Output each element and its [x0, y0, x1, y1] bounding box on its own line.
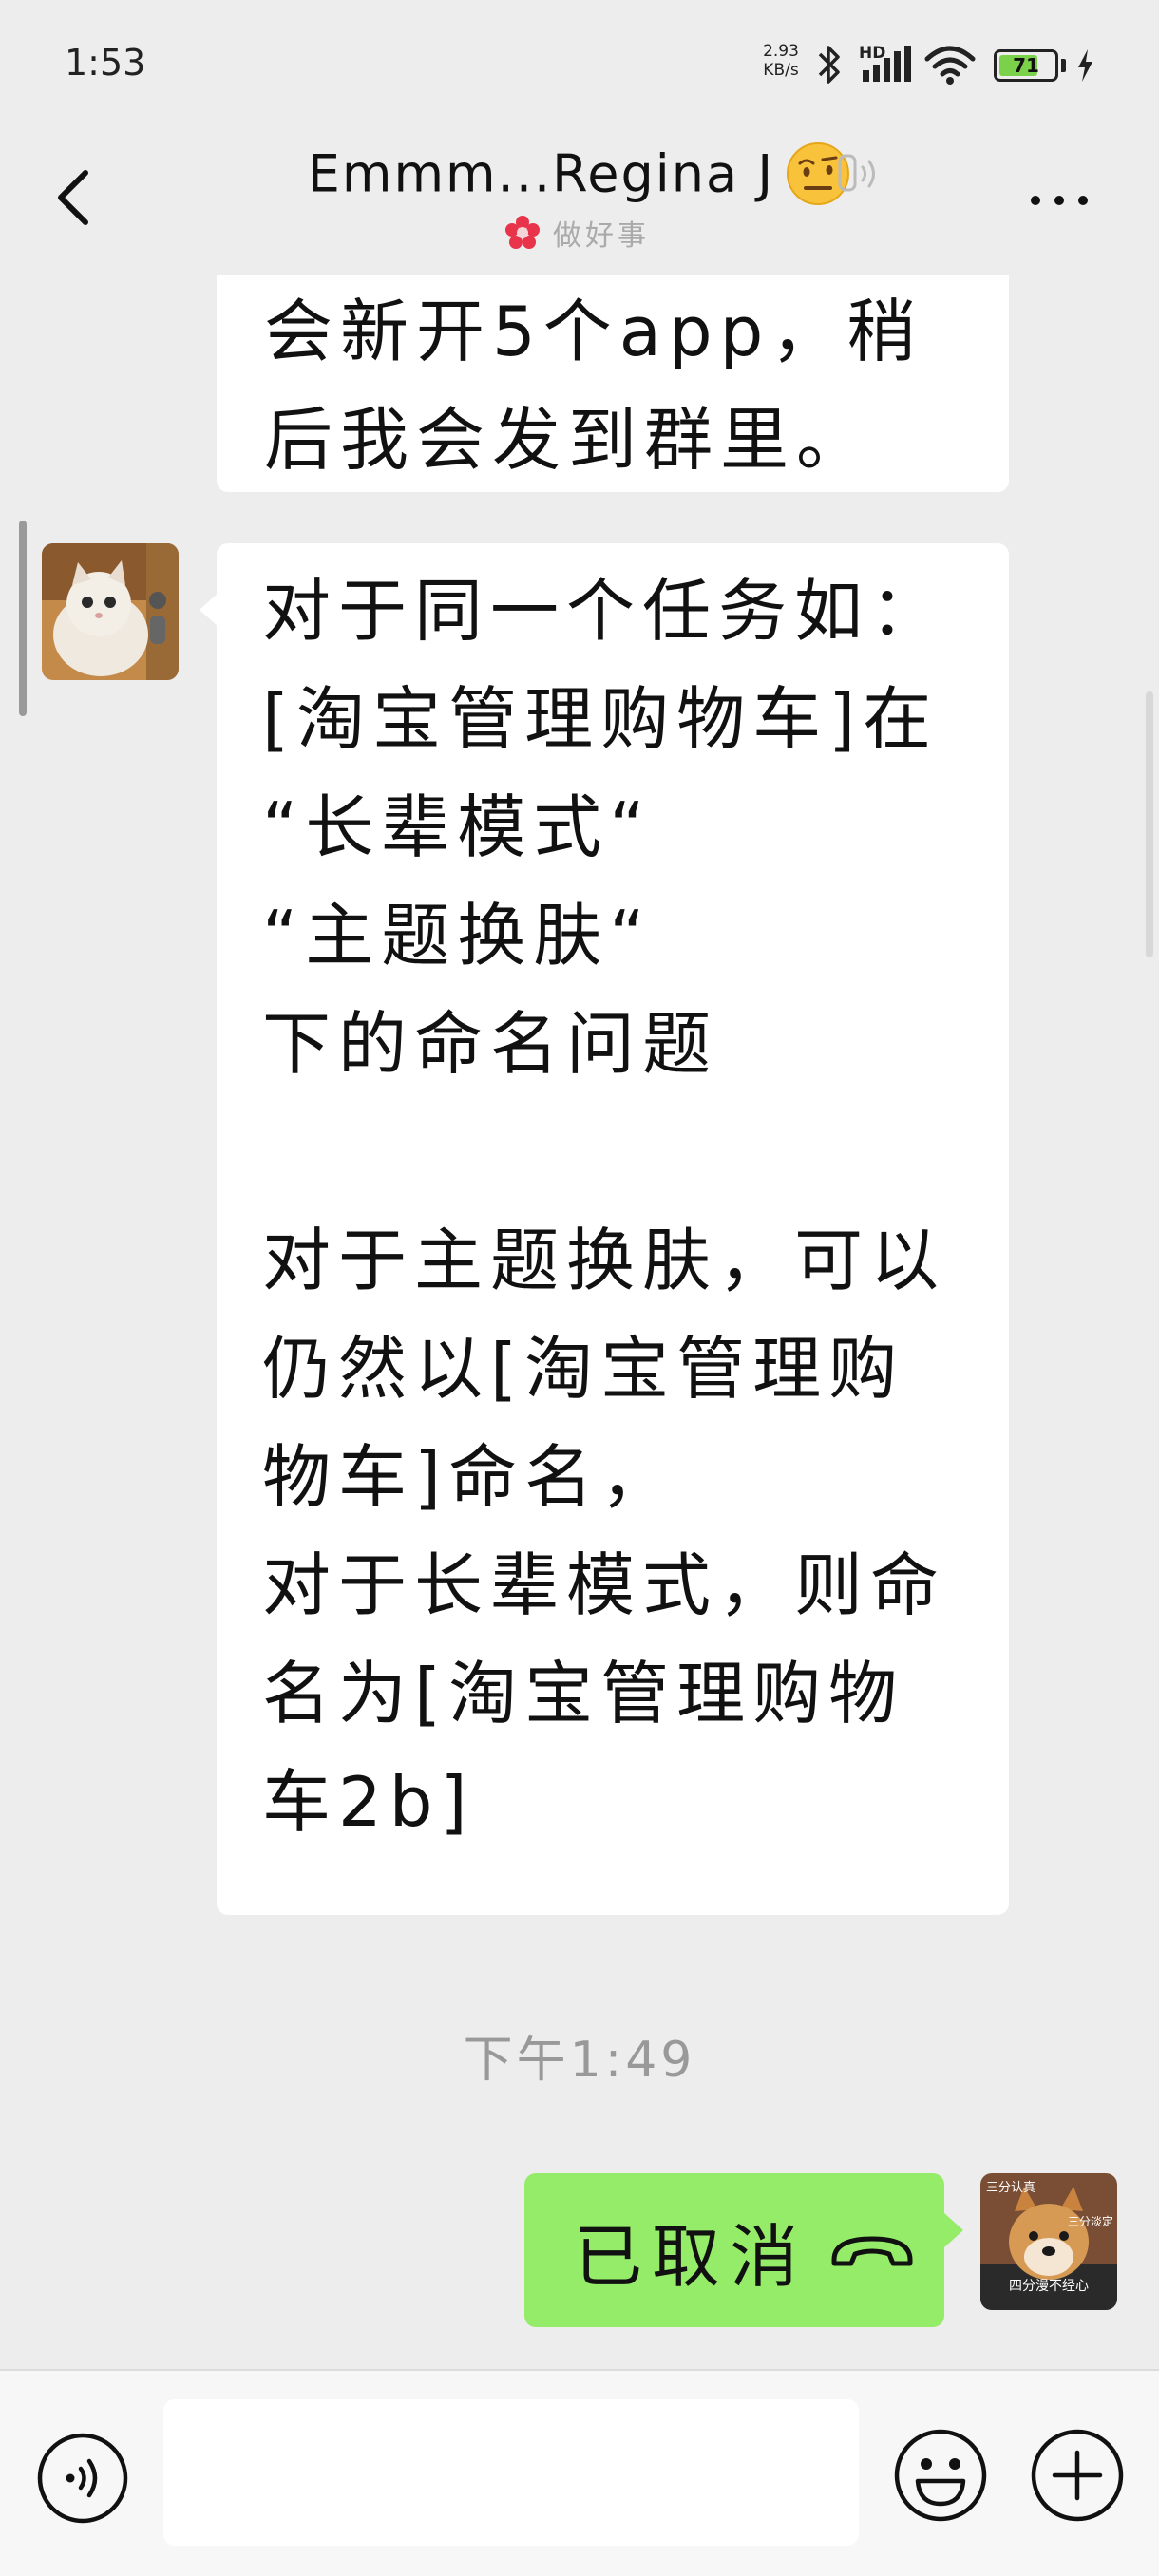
status-time: 1:53	[65, 42, 146, 84]
contact-status: 做好事	[504, 211, 650, 255]
scroll-indicator[interactable]	[19, 521, 27, 716]
emoji-smile-icon[interactable]	[893, 2428, 988, 2523]
voice-input-icon[interactable]	[36, 2432, 129, 2525]
bubble-tail	[200, 593, 218, 627]
cat-avatar[interactable]	[42, 543, 179, 680]
message-bubble[interactable]: 对于同一个任务如： [淘宝管理购物车]在 “长辈模式“ “主题换肤“ 下的命名问…	[200, 543, 1009, 1915]
bubble-tail	[944, 2213, 963, 2247]
message-text: 对于同一个任务如： [淘宝管理购物车]在 “长辈模式“ “主题换肤“ 下的命名问…	[262, 571, 947, 1842]
hang-up-phone-icon	[831, 2236, 913, 2266]
battery-cap	[1061, 59, 1066, 72]
chevron-left-icon[interactable]	[46, 160, 103, 236]
input-bar	[0, 2369, 1159, 2576]
red-flower-icon	[505, 216, 540, 249]
battery-icon: 71	[994, 49, 1058, 82]
message-bubble[interactable]: 会新开5个app，稍 后我会发到群里。	[217, 275, 1009, 492]
avatar-caption-bottom: 四分漫不经心	[1009, 2279, 1089, 2294]
message-list[interactable]: 会新开5个app，稍 后我会发到群里。 对于同一个任务如： [淘宝管理购物车]在…	[0, 275, 1159, 2365]
chat-title-area[interactable]: Emmm...Regina J	[238, 141, 922, 207]
network-speed-unit: KB/s	[763, 61, 799, 80]
chat-header: Emmm...Regina J 做好事	[0, 123, 1159, 275]
earpiece-mode-icon	[838, 154, 875, 192]
contact-status-text: 做好事	[553, 219, 650, 253]
network-speed: 2.93 KB/s	[758, 42, 804, 80]
bluetooth-icon	[818, 46, 840, 84]
message-text: 会新开5个app，稍 后我会发到群里。	[264, 292, 923, 480]
status-bar: 1:53 2.93 KB/s HD 71	[0, 0, 1159, 123]
more-dots-icon[interactable]	[1026, 186, 1092, 215]
wifi-icon	[924, 46, 976, 85]
plus-circle-icon[interactable]	[1030, 2428, 1125, 2523]
message-timestamp: 下午1:49	[463, 2032, 696, 2089]
charging-icon	[1078, 49, 1092, 82]
battery-level: 71	[1013, 54, 1039, 77]
cat-avatar-image	[42, 543, 179, 680]
signal-icon	[863, 46, 911, 82]
avatar-caption-top-right: 三分淡定	[1067, 2215, 1113, 2228]
message-input[interactable]	[163, 2399, 859, 2546]
cancelled-call-text: 已取消	[574, 2216, 808, 2297]
shiba-dog-avatar[interactable]: 三分认真 三分淡定 四分漫不经心	[980, 2173, 1117, 2310]
edge-handle	[1146, 691, 1153, 957]
chat-title: Emmm...Regina J	[307, 143, 775, 204]
avatar-caption-top-left: 三分认真	[986, 2181, 1036, 2195]
cancelled-call-bubble[interactable]: 已取消	[524, 2173, 963, 2327]
network-speed-value: 2.93	[763, 42, 799, 61]
